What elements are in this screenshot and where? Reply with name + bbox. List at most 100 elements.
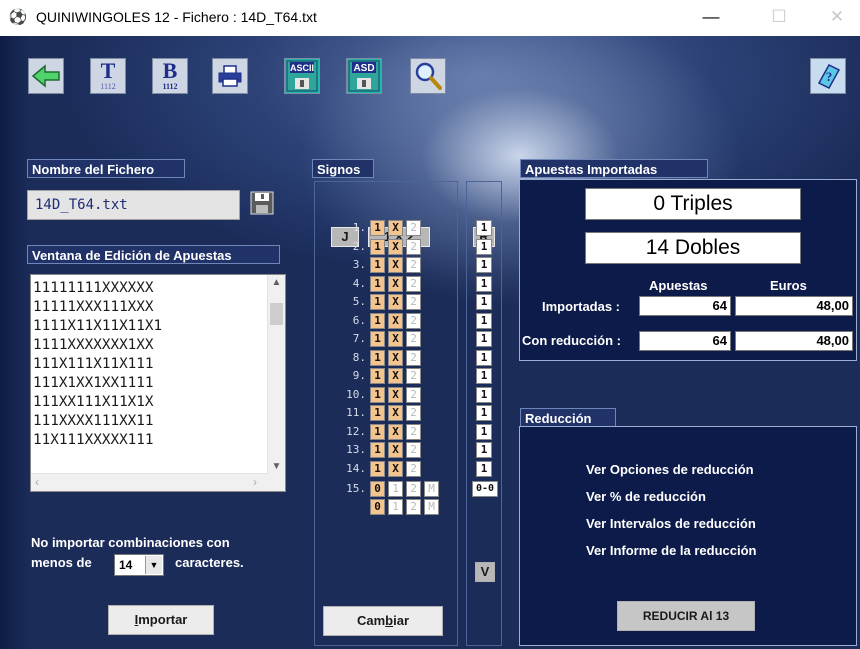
sign-cell-x[interactable]: X (388, 276, 403, 292)
sign-cell-x[interactable]: X (388, 405, 403, 421)
floppy-disk-icon[interactable] (250, 191, 274, 215)
sign-cell-2[interactable]: 2 (406, 220, 421, 236)
pleno-home-cell[interactable]: 1 (388, 481, 403, 497)
sign-cell-1[interactable]: 1 (370, 220, 385, 236)
pleno-away-cell[interactable]: 2 (406, 499, 421, 515)
reduction-cell[interactable]: 1 (476, 294, 492, 310)
editor-vertical-scrollbar[interactable]: ▲ ▼ (267, 275, 285, 475)
app-ball-icon[interactable]: ⚽ (8, 8, 28, 28)
sign-cell-1[interactable]: 1 (370, 239, 385, 255)
chevron-down-icon[interactable]: ▼ (145, 556, 162, 574)
sign-cell-1[interactable]: 1 (370, 257, 385, 273)
sign-cell-2[interactable]: 2 (406, 405, 421, 421)
sign-cell-2[interactable]: 2 (406, 461, 421, 477)
printer-icon[interactable] (212, 58, 248, 94)
sign-cell-x[interactable]: X (388, 424, 403, 440)
asd-disk-icon[interactable]: ASD (346, 58, 382, 94)
back-arrow-icon[interactable] (28, 58, 64, 94)
pleno-home-cell[interactable]: 2 (406, 481, 421, 497)
pleno-reduction-cell[interactable]: 0-0 (472, 481, 498, 497)
sign-cell-1[interactable]: 1 (370, 350, 385, 366)
sign-cell-2[interactable]: 2 (406, 239, 421, 255)
sign-cell-x[interactable]: X (388, 368, 403, 384)
reduction-cell[interactable]: 1 (476, 276, 492, 292)
cambiar-button[interactable]: Cambiar (323, 606, 443, 636)
reduction-cell[interactable]: 1 (476, 387, 492, 403)
sign-cell-2[interactable]: 2 (406, 313, 421, 329)
sign-cell-2[interactable]: 2 (406, 442, 421, 458)
link-informe-reduccion[interactable]: Ver Informe de la reducción (586, 543, 757, 559)
sign-cell-2[interactable]: 2 (406, 294, 421, 310)
sign-cell-1[interactable]: 1 (370, 368, 385, 384)
reduction-cell[interactable]: 1 (476, 461, 492, 477)
filename-field[interactable]: 14D_T64.txt (27, 190, 240, 220)
minimize-button[interactable]: — (688, 0, 734, 36)
close-button[interactable]: ✕ (814, 0, 860, 36)
scroll-left-arrow-icon[interactable]: ‹ (35, 475, 39, 489)
reduction-cell[interactable]: 1 (476, 350, 492, 366)
sign-cell-x[interactable]: X (388, 442, 403, 458)
pleno-away-cell[interactable]: 0 (370, 499, 385, 515)
sign-cell-1[interactable]: 1 (370, 276, 385, 292)
sign-cell-1[interactable]: 1 (370, 313, 385, 329)
reduction-cell[interactable]: 1 (476, 368, 492, 384)
sign-cell-1[interactable]: 1 (370, 461, 385, 477)
b-1112-icon[interactable]: B 1112 (152, 58, 188, 94)
sign-cell-x[interactable]: X (388, 257, 403, 273)
sign-cell-1[interactable]: 1 (370, 424, 385, 440)
reduction-cell[interactable]: 1 (476, 442, 492, 458)
v-button[interactable]: V (475, 562, 495, 582)
t-1112-icon[interactable]: T 1112 (90, 58, 126, 94)
sign-cell-1[interactable]: 1 (370, 294, 385, 310)
sign-cell-2[interactable]: 2 (406, 276, 421, 292)
help-book-icon[interactable]: ? (810, 58, 846, 94)
sign-cell-1[interactable]: 1 (370, 442, 385, 458)
scroll-up-arrow-icon[interactable]: ▲ (268, 277, 285, 288)
sign-cell-1[interactable]: 1 (370, 405, 385, 421)
svg-text:?: ? (826, 69, 833, 84)
sign-cell-2[interactable]: 2 (406, 368, 421, 384)
sign-cell-1[interactable]: 1 (370, 387, 385, 403)
scroll-right-arrow-icon[interactable]: › (253, 475, 257, 489)
reduction-cell[interactable]: 1 (476, 424, 492, 440)
scroll-thumb[interactable] (270, 303, 283, 325)
sign-cell-2[interactable]: 2 (406, 350, 421, 366)
sign-cell-2[interactable]: 2 (406, 424, 421, 440)
sign-cell-2[interactable]: 2 (406, 387, 421, 403)
row-number: 10. (346, 388, 366, 401)
sign-cell-x[interactable]: X (388, 294, 403, 310)
pleno-away-cell[interactable]: M (424, 499, 439, 515)
link-intervalos-reduccion[interactable]: Ver Intervalos de reducción (586, 516, 756, 532)
importar-button[interactable]: Importar (108, 605, 214, 635)
sign-cell-1[interactable]: 1 (370, 331, 385, 347)
magnifier-icon[interactable] (410, 58, 446, 94)
scroll-down-arrow-icon[interactable]: ▼ (268, 461, 285, 472)
sign-cell-x[interactable]: X (388, 239, 403, 255)
sign-cell-x[interactable]: X (388, 387, 403, 403)
con-reduccion-label: Con reducción : (522, 333, 621, 348)
sign-cell-x[interactable]: X (388, 220, 403, 236)
link-opciones-reduccion[interactable]: Ver Opciones de reducción (586, 462, 754, 478)
reduction-cell[interactable]: 1 (476, 257, 492, 273)
sign-cell-x[interactable]: X (388, 350, 403, 366)
reduction-cell[interactable]: 1 (476, 220, 492, 236)
editor-horizontal-scrollbar[interactable]: ‹ › (31, 473, 268, 491)
reduction-cell[interactable]: 1 (476, 313, 492, 329)
reducir-button[interactable]: REDUCIR Al 13 (617, 601, 755, 631)
sign-cell-2[interactable]: 2 (406, 257, 421, 273)
link-porcentaje-reduccion[interactable]: Ver % de reducción (586, 489, 706, 505)
reduction-cell[interactable]: 1 (476, 405, 492, 421)
sign-cell-x[interactable]: X (388, 313, 403, 329)
reduction-cell[interactable]: 1 (476, 239, 492, 255)
pleno-home-cell[interactable]: 0 (370, 481, 385, 497)
pleno-home-cell[interactable]: M (424, 481, 439, 497)
sign-cell-x[interactable]: X (388, 461, 403, 477)
maximize-button[interactable]: ☐ (756, 0, 802, 36)
ascii-disk-icon[interactable]: ASCII (284, 58, 320, 94)
pleno-away-cell[interactable]: 1 (388, 499, 403, 515)
editor-textarea[interactable]: 11111111XXXXXX 11111XXX111XXX 1111X11X11X1… (30, 274, 286, 492)
sign-cell-2[interactable]: 2 (406, 331, 421, 347)
reduction-cell[interactable]: 1 (476, 331, 492, 347)
min-chars-select[interactable]: 14 ▼ (114, 554, 164, 576)
sign-cell-x[interactable]: X (388, 331, 403, 347)
